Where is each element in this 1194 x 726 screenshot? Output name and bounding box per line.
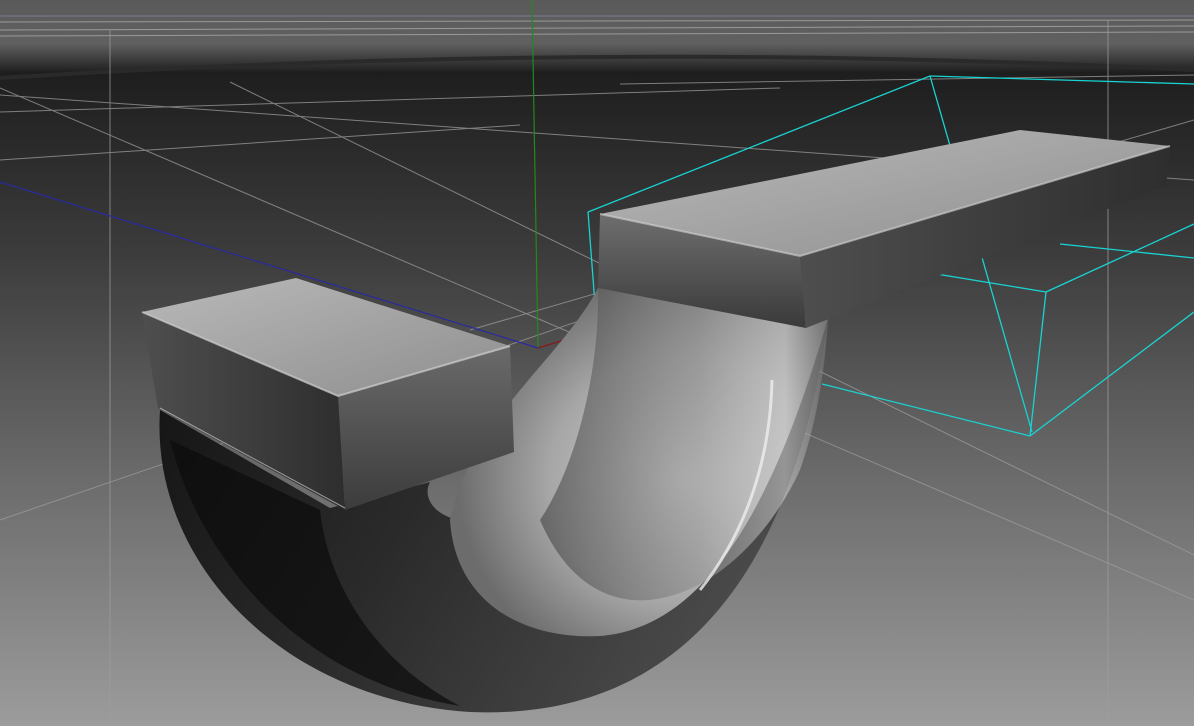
- viewport-canvas[interactable]: [0, 0, 1194, 726]
- 3d-viewport[interactable]: [0, 0, 1194, 726]
